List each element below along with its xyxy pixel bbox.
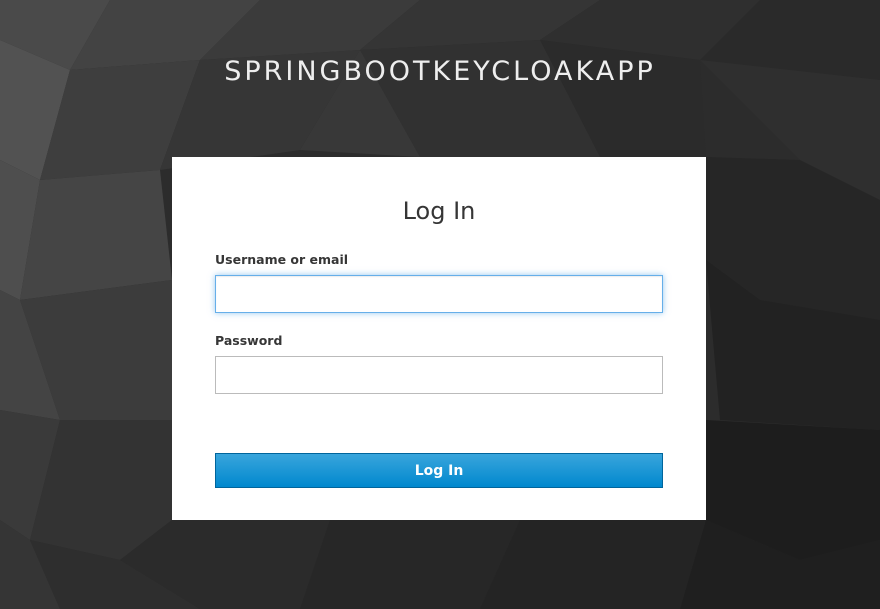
password-label: Password bbox=[215, 333, 283, 348]
login-card: Log In Username or email Password Log In bbox=[172, 157, 706, 520]
username-input[interactable] bbox=[215, 275, 663, 313]
username-label: Username or email bbox=[215, 252, 349, 267]
realm-title: SPRINGBOOTKEYCLOAKAPP bbox=[224, 56, 656, 87]
login-button[interactable]: Log In bbox=[215, 453, 663, 488]
login-heading: Log In bbox=[402, 197, 476, 225]
password-input[interactable] bbox=[215, 356, 663, 394]
